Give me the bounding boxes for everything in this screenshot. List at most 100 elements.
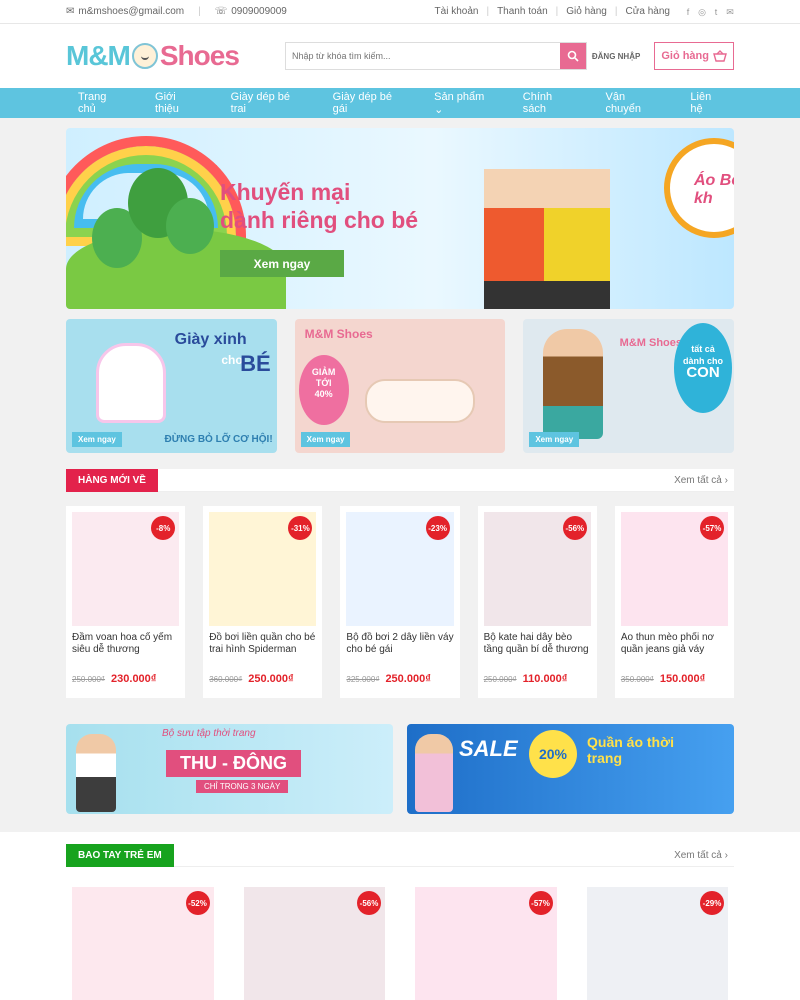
sale-price: 110.000₫ [522, 673, 568, 685]
search-icon [567, 50, 579, 62]
banner-title: THU - ĐÔNG [166, 750, 301, 777]
product-card[interactable]: -31% Đồ bơi liền quần cho bé trai hình S… [203, 506, 323, 698]
cart-label: Giỏ hàng [661, 50, 709, 62]
facebook-icon[interactable]: f [684, 7, 692, 16]
shop-link[interactable]: Cửa hàng [625, 6, 670, 17]
kid-photo [415, 734, 453, 812]
logo-mm-text: M&M [66, 40, 131, 71]
nav-boys-shoes[interactable]: Giày dép bé trai [231, 91, 311, 115]
product-card[interactable]: -56% Bộ kate hai dây bèo tầng quần bí dễ… [477, 506, 597, 698]
section-title: BAO TAY TRẺ EM [66, 843, 174, 867]
sale-price: 230.000₫ [111, 673, 157, 685]
product-name[interactable]: Đồ bơi liền quần cho bé trai hình Spider… [209, 632, 316, 670]
product-card[interactable]: -56% [237, 881, 391, 1000]
envelope-icon[interactable]: ✉ [726, 7, 734, 16]
divider: | [486, 6, 490, 17]
kid-photo [543, 329, 604, 439]
banner-subtitle: CHỈ TRONG 3 NGÀY [196, 780, 289, 793]
product-card[interactable]: -23% Bộ đồ bơi 2 dây liền váy cho bé gái… [340, 506, 460, 698]
product-card[interactable]: -52% [66, 881, 220, 1000]
cart-button[interactable]: Giỏ hàng [654, 42, 734, 70]
promo-banners: Giày xinh cho BÉ ĐỪNG BỎ LỠ CƠ HỘI! Xem … [66, 319, 735, 453]
product-card[interactable]: -57% [409, 881, 563, 1000]
banner-title: Quần áo thời trang [587, 734, 674, 766]
sun-badge: Áo Bé kh [664, 138, 734, 238]
promo-banner-shoes[interactable]: Giày xinh cho BÉ ĐỪNG BỎ LỠ CƠ HỘI! Xem … [66, 319, 277, 453]
nav-contact[interactable]: Liên hệ [690, 91, 734, 115]
product-name[interactable]: Bộ kate hai dây bèo tầng quần bí dễ thươ… [484, 632, 591, 670]
nav-products[interactable]: Sản phẩm ⌄ [434, 91, 501, 116]
product-image: -57% [415, 887, 557, 1000]
sale-price: 250.000₫ [385, 673, 431, 685]
login-link[interactable]: ĐĂNG NHẬP [592, 52, 640, 61]
nav-policy[interactable]: Chính sách [523, 91, 584, 115]
twitter-icon[interactable]: t [712, 7, 720, 16]
product-name[interactable]: Bộ đồ bơi 2 dây liền váy cho bé gái [346, 632, 453, 670]
old-price: 350.000₫ [620, 674, 654, 684]
discount-badge: -57% [700, 516, 725, 540]
promo-view-button[interactable]: Xem ngay [72, 432, 122, 447]
product-name[interactable]: Áo thun mèo phối nơ quần jeans giả váy [621, 632, 728, 670]
basket-icon [713, 50, 727, 62]
promo-line: CON [686, 364, 720, 381]
product-image: -57% [620, 512, 729, 626]
hero-line-2: dành riêng cho bé [220, 207, 419, 233]
promo-view-button[interactable]: Xem ngay [300, 432, 351, 447]
view-all-label: Xem tất cả [674, 474, 722, 486]
baby-face-icon [131, 43, 158, 69]
checkout-link[interactable]: Thanh toán [497, 6, 548, 17]
logo-shoes-text: Shoes [159, 40, 240, 71]
search-input[interactable] [286, 43, 560, 69]
hero-cta-button[interactable]: Xem ngay [220, 250, 344, 277]
banner-autumn-winter[interactable]: Bộ sưu tập thời trang THU - ĐÔNG CHỈ TRO… [66, 724, 393, 814]
product-card[interactable]: -57% Áo thun mèo phối nơ quần jeans giả … [614, 506, 735, 698]
sale-price: 150.000₫ [659, 673, 706, 685]
product-image: -56% [243, 887, 385, 1000]
old-price: 250.000₫ [483, 674, 517, 684]
site-logo[interactable]: M&M Shoes [66, 36, 261, 76]
discount-badge: -52% [185, 891, 210, 915]
nav-shipping[interactable]: Vận chuyển [606, 91, 669, 115]
chevron-right-icon: › [724, 474, 728, 486]
section-gloves: BAO TAY TRẺ EM Xem tất cả › -52% -56% -5… [0, 832, 800, 1000]
kid-photo [76, 734, 116, 812]
promo-line: 40% [314, 389, 333, 399]
cart-link[interactable]: Giỏ hàng [566, 6, 607, 17]
email-contact[interactable]: ✉ m&mshoes@gmail.com [66, 6, 184, 17]
product-image: -23% [346, 512, 454, 626]
discount-badge: -29% [700, 891, 724, 915]
phone-contact[interactable]: ☏ 0909009009 [215, 6, 287, 17]
hero-banner[interactable]: Khuyến mại dành riêng cho bé Xem ngay Áo … [66, 128, 734, 309]
product-card[interactable]: -8% Đầm voan hoa cổ yếm siêu dễ thương 2… [66, 506, 186, 698]
chevron-right-icon: › [724, 849, 728, 861]
nav-girls-shoes[interactable]: Giày dép bé gái [333, 91, 412, 115]
discount-badge: GIẢM TỚI 40% [298, 355, 349, 425]
divider: | [555, 6, 559, 17]
old-price: 250.000₫ [72, 674, 106, 684]
product-grid-new: -8% Đầm voan hoa cổ yếm siêu dễ thương 2… [66, 506, 735, 698]
sale-price: 250.000₫ [248, 673, 294, 685]
product-card[interactable]: -29% [580, 881, 734, 1000]
promo-line: GIẢM [311, 367, 336, 377]
promo-logo: M&M Shoes [304, 327, 373, 341]
sale-percent: 20% [529, 730, 577, 778]
instagram-icon[interactable]: ◎ [698, 7, 706, 16]
nav-about[interactable]: Giới thiệu [155, 91, 209, 115]
tree-graphic [166, 198, 214, 254]
promo-view-button[interactable]: Xem ngay [529, 432, 580, 447]
promo-banner-kids[interactable]: M&M Shoes tất cả dành cho CON Xem ngay [523, 319, 735, 453]
banner-sale[interactable]: SALE 20% Quần áo thời trang [407, 724, 734, 814]
product-image: -52% [72, 887, 214, 1000]
product-image: -56% [483, 512, 591, 626]
nav-home[interactable]: Trang chủ [66, 91, 133, 115]
promo-line: BÉ [240, 351, 271, 376]
account-link[interactable]: Tài khoản [435, 6, 479, 17]
product-image: -31% [209, 512, 317, 626]
promo-banner-discount[interactable]: M&M Shoes GIẢM TỚI 40% Xem ngay [294, 319, 506, 453]
search-button[interactable] [560, 43, 586, 69]
wide-banners: Bộ sưu tập thời trang THU - ĐÔNG CHỈ TRO… [66, 724, 734, 814]
mail-icon: ✉ [66, 6, 75, 17]
product-name[interactable]: Đầm voan hoa cổ yếm siêu dễ thương [72, 632, 179, 670]
view-all-link[interactable]: Xem tất cả › [674, 850, 734, 861]
view-all-link[interactable]: Xem tất cả › [674, 475, 734, 486]
